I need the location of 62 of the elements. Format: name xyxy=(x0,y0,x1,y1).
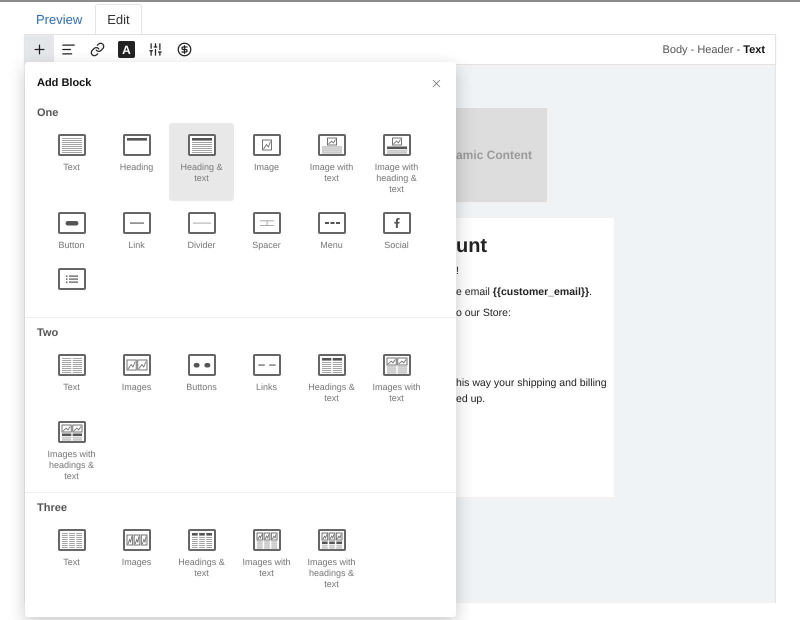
block-option[interactable]: Headings & text xyxy=(169,518,234,596)
breadcrumb: Body - Header - Text xyxy=(662,44,765,56)
placeholder-text: amic Content xyxy=(456,148,532,162)
email-text: his way your shipping and billing xyxy=(456,376,607,391)
image-text-lines-icon xyxy=(318,134,346,156)
block-option[interactable]: Images with headings & text xyxy=(299,518,364,596)
section-title: One xyxy=(36,106,60,120)
email-text: o our Store: xyxy=(456,306,511,321)
columns-image-heading-bar-text-lines-icon xyxy=(318,529,346,551)
columns-image-icon xyxy=(122,529,150,551)
block-option[interactable]: Button xyxy=(39,201,104,257)
section-title: Two xyxy=(36,326,60,340)
image-icon xyxy=(252,134,280,156)
block-option[interactable]: Divider xyxy=(169,201,234,257)
block-option[interactable]: Heading xyxy=(104,123,169,201)
list-icon xyxy=(58,268,86,290)
block-option[interactable]: Social xyxy=(364,201,429,257)
block-option[interactable]: Text xyxy=(39,343,104,410)
columns-heading-bar-text-lines-icon xyxy=(318,354,346,376)
block-option[interactable]: Images with text xyxy=(364,343,429,410)
columns-text-lines-icon xyxy=(58,354,86,376)
image-heading-bar-text-lines-icon xyxy=(382,134,410,156)
email-text: ed up. xyxy=(456,392,486,407)
section-title: Three xyxy=(36,501,68,515)
block-option[interactable]: Image with text xyxy=(299,123,364,201)
block-option[interactable]: Images xyxy=(104,343,169,410)
block-option[interactable]: Buttons xyxy=(169,343,234,410)
columns-image-text-lines-icon xyxy=(382,354,410,376)
text-lines-icon xyxy=(58,134,86,156)
spacer-icon xyxy=(252,212,280,234)
block-option[interactable]: Images xyxy=(104,518,169,596)
panel-title: Add Block xyxy=(37,77,92,89)
email-text: e email {{customer_email}}. xyxy=(456,285,592,300)
columns-pill-shape-icon xyxy=(188,354,216,376)
block-option[interactable]: Spacer xyxy=(234,201,299,257)
columns-image-heading-bar-text-lines-icon xyxy=(58,421,86,443)
block-option[interactable]: Menu xyxy=(299,201,364,257)
block-option[interactable]: Images with text xyxy=(234,518,299,596)
email-heading: unt xyxy=(456,234,488,258)
heading-bar-icon xyxy=(122,134,150,156)
block-option[interactable]: Images with headings & text xyxy=(39,410,104,488)
tab[interactable]: Edit xyxy=(95,4,142,34)
block-option[interactable]: Text xyxy=(39,518,104,596)
heading-bar-text-lines-icon xyxy=(188,134,216,156)
font-letter: A xyxy=(118,41,135,58)
block-option[interactable]: Image xyxy=(234,123,299,201)
facebook-icon xyxy=(382,212,410,234)
block-option[interactable]: Links xyxy=(234,343,299,410)
font-button[interactable]: A xyxy=(112,35,141,64)
block-option[interactable]: Text xyxy=(39,123,104,201)
email-text: ! xyxy=(456,264,459,279)
block-option[interactable]: Heading & text xyxy=(169,123,234,201)
block-option[interactable]: Link xyxy=(104,201,169,257)
columns-image-icon xyxy=(122,354,150,376)
block-option[interactable]: Headings & text xyxy=(299,343,364,410)
columns-text-lines-icon xyxy=(58,529,86,551)
menu-dashes-icon xyxy=(318,212,346,234)
pill-shape-icon xyxy=(58,212,86,234)
columns-image-text-lines-icon xyxy=(252,529,280,551)
block-option[interactable]: Image with heading & text xyxy=(364,123,429,201)
plus-button[interactable] xyxy=(25,35,54,64)
columns-heading-bar-text-lines-icon xyxy=(188,529,216,551)
